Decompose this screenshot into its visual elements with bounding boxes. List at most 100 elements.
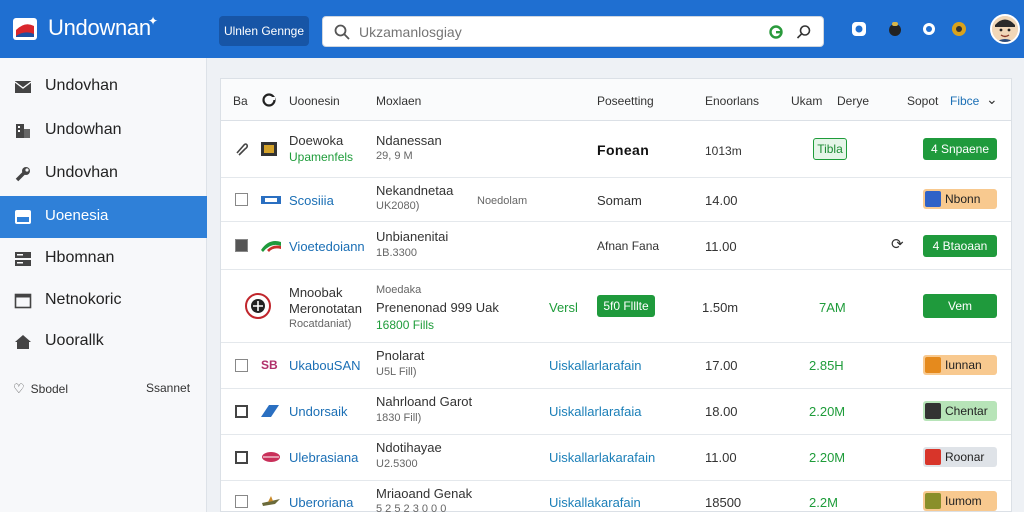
app-icon [925,191,941,207]
row-name[interactable]: UkabouSAN [289,358,361,373]
sidebar-item-3[interactable]: Undovhan [0,153,207,195]
row-action-label: Roonar [945,450,985,464]
row-size: 11.00 [705,239,737,254]
row-checkbox[interactable] [235,451,248,464]
row-extra-link[interactable]: Uiskallarlakarafain [549,450,655,465]
server-icon [15,252,31,266]
sidebar-item-label: Hbomnan [45,249,115,266]
col-header-2[interactable]: Moxlaen [376,94,421,108]
user-avatar[interactable] [990,14,1020,44]
row-checkbox[interactable] [235,193,248,206]
table-row[interactable]: Scosiiia Nekandnetaa UK2080) Noedolam So… [221,178,1011,222]
row-detail: Ndanessan [376,133,442,148]
table-row[interactable]: Undorsaik Nahrloand Garot 1830 Fill) Uis… [221,389,1011,435]
wrench-icon [15,167,30,182]
top-action-button[interactable]: Ulnlen Gennge [219,16,309,46]
refresh-circle-icon[interactable] [262,93,276,107]
settings-icon[interactable] [950,20,968,38]
window-icon [14,293,32,309]
row-checkbox[interactable] [235,405,248,418]
col-header-5[interactable]: Ukam [791,94,822,108]
row-extra-link[interactable]: Uiskallarlarafaia [549,404,641,419]
row-action-pill[interactable]: Chentar [923,401,997,421]
row-name[interactable]: Undorsaik [289,404,348,419]
row-action-pill[interactable]: Iumom [923,491,997,511]
inbox-icon [15,210,31,224]
row-detail-sub: 1B.3300 [376,247,417,259]
table-row[interactable]: Vioetedoiann Unbianenitai 1B.3300 Afnan … [221,222,1011,270]
col-header-3[interactable]: Poseetting [597,94,654,108]
row-action-button[interactable]: 4 Btaoaan [923,235,997,257]
row-action-label: Nbonn [945,192,981,206]
search-bar[interactable] [322,16,824,47]
row-checkbox[interactable] [235,359,248,372]
logo-mark-icon: SB [261,358,278,372]
row-checkbox[interactable] [235,239,248,252]
row-brand-logo: Fonean [597,142,650,158]
row-size: 17.00 [705,358,738,373]
row-extra: Somam [597,193,642,208]
row-size: 18.00 [705,404,738,419]
row-action-label: Iunnan [945,358,982,372]
row-action-pill[interactable]: Nbonn [923,189,997,209]
row-detail-sub: 1830 Fill) [376,412,422,424]
chevron-down-icon[interactable]: ⌄ [986,91,998,108]
refresh-icon[interactable] [767,23,785,41]
sidebar-item-4[interactable]: Uoenesia [0,196,207,238]
sidebar-item-7[interactable]: Uoorallk [0,321,207,363]
row-detail: Unbianenitai [376,229,449,244]
avatar-face-icon [992,16,1018,42]
sidebar-footer-left[interactable]: ♡ Sbodel [13,381,68,397]
row-action-pill[interactable]: Roonar [923,447,997,467]
col-header-4[interactable]: Enoorlans [705,94,759,108]
sidebar-item-6[interactable]: Netnokoric [0,280,207,322]
sidebar-item-2[interactable]: Undowhan [0,110,207,152]
col-header-1[interactable]: Uoonesin [289,94,340,108]
col-header-8[interactable]: Fibce [950,94,979,108]
sidebar-item-label: Undovhan [45,164,118,181]
flag-icon [261,241,281,252]
table-row[interactable]: Ulebrasiana Ndotihayae U2.5300 Uiskallar… [221,435,1011,481]
row-checkbox[interactable] [235,495,248,508]
search-submit-icon[interactable] [795,23,813,41]
row-name[interactable]: Vioetedoiann [289,239,365,254]
row-name[interactable]: Ulebrasiana [289,450,358,465]
status-badge: 5f0 Flllte [597,295,655,317]
row-action-button[interactable]: 4 Snpaene [923,138,997,160]
app-icon [925,449,941,465]
row-size: 1.50m [702,300,739,315]
col-header-7[interactable]: Sopot [907,94,938,108]
col-header-6[interactable]: Derye [837,94,869,108]
building-icon [16,124,30,138]
table-row[interactable]: SB UkabouSAN Pnolarat U5L Fill) Uiskalla… [221,343,1011,389]
table-row[interactable]: Mnoobak Meronotatan Rocatdaniat) Moedaka… [221,270,1011,343]
shield-icon[interactable] [850,20,868,38]
row-size2: 7AM [819,300,846,315]
row-action-button[interactable]: Vem [923,294,997,318]
sidebar-footer-right[interactable]: Ssannet [146,381,190,395]
row-action-pill[interactable]: Iunnan [923,355,997,375]
row-detail: Nahrloand Garot [376,394,473,409]
table-header: Ba Uoonesin Moxlaen Poseetting Enoorlans… [221,79,1011,121]
table-row[interactable]: Doewoka Upamenfels Ndanessan 29, 9 M Fon… [221,121,1011,178]
bug-icon[interactable] [886,20,904,38]
row-detail-sub: UK2080) [376,200,420,212]
table-row[interactable]: Uberoriana Mriaoand Genak 5 2 5 2 3 0 0 … [221,481,1011,512]
app-logo-icon [13,18,37,40]
sidebar-item-5[interactable]: Hbomnan [0,238,207,280]
row-extra-link[interactable]: Uiskallarlarafain [549,358,641,373]
app-icon [925,493,941,509]
row-detail-line2: Prenenonad 999 Uak [376,300,499,315]
sidebar-item-1[interactable]: Undovhan [0,66,207,108]
notification-icon[interactable] [920,20,938,38]
row-name[interactable]: Uberoriana [289,495,353,510]
row-extra-link[interactable]: Uiskallakarafain [549,495,641,510]
row-detail-sub: 16800 Fills [376,318,435,332]
col-header-0[interactable]: Ba [233,94,248,108]
home-icon [15,335,31,349]
folder-icon [261,142,277,156]
row-name[interactable]: Scosiiia [289,193,334,208]
search-input[interactable] [359,22,749,42]
row-size2: 2.85H [809,358,844,373]
move-icon[interactable]: ⟳ [891,235,904,253]
